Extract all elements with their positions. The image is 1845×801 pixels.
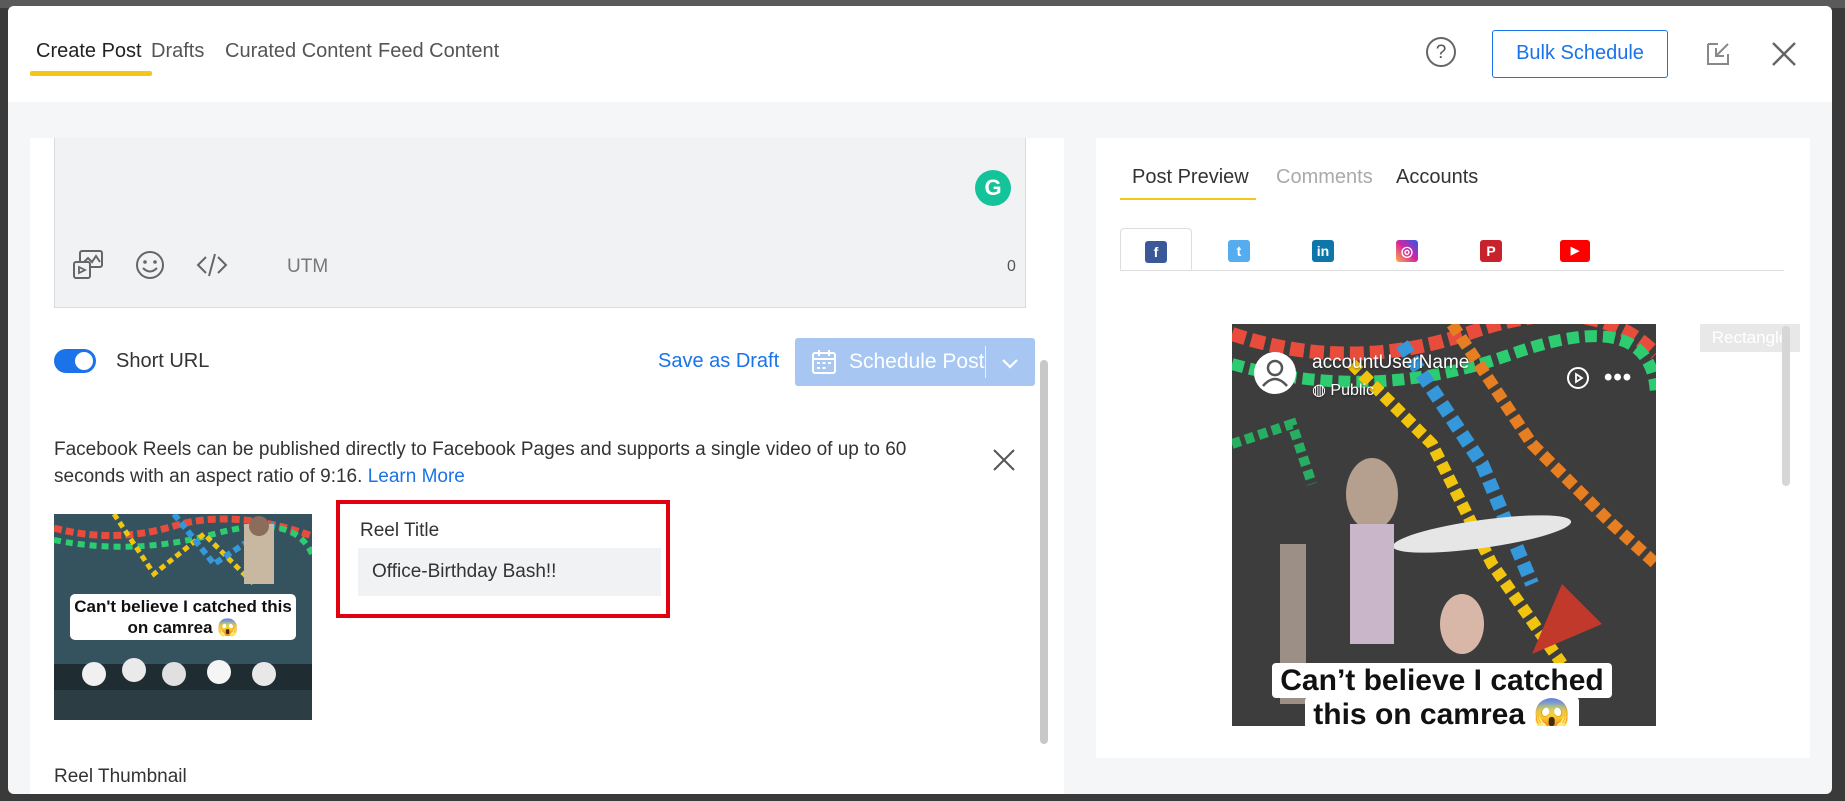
- create-post-modal: Create Post Drafts Curated Content Feed …: [8, 6, 1832, 794]
- play-icon[interactable]: [1566, 366, 1590, 390]
- reel-thumbnail-label: Reel Thumbnail: [54, 766, 187, 787]
- instagram-icon: ◎: [1396, 240, 1418, 262]
- tab-accounts[interactable]: Accounts: [1396, 166, 1478, 189]
- platform-tab-youtube[interactable]: ▶: [1540, 228, 1612, 270]
- toggle-knob: [75, 352, 93, 370]
- emoji-icon[interactable]: [133, 248, 167, 282]
- reel-title-input[interactable]: [358, 548, 661, 596]
- platform-tab-twitter[interactable]: t: [1204, 228, 1276, 270]
- reel-preview[interactable]: accountUserName ◍ Public ••• Can’t belie…: [1232, 324, 1656, 726]
- reel-title-highlight: Reel Title: [336, 500, 670, 618]
- close-notice-icon[interactable]: [990, 446, 1018, 474]
- twitter-icon: t: [1228, 240, 1250, 262]
- scrollbar[interactable]: [1782, 326, 1790, 486]
- minimize-icon[interactable]: [1704, 40, 1732, 68]
- visibility-text: Public: [1330, 382, 1374, 399]
- preview-caption: Can’t believe I catched this on camrea 😱: [1256, 663, 1628, 726]
- tab-feed-content[interactable]: Feed Content: [378, 40, 499, 63]
- utm-button[interactable]: UTM: [287, 256, 328, 278]
- post-editor[interactable]: G UTM 0: [54, 138, 1026, 308]
- platform-tab-instagram[interactable]: ◎: [1372, 228, 1444, 270]
- notice-text: Facebook Reels can be published directly…: [54, 439, 907, 487]
- facebook-reels-notice: Facebook Reels can be published directly…: [54, 436, 934, 490]
- scrollbar[interactable]: [1040, 360, 1048, 744]
- bulk-schedule-button[interactable]: Bulk Schedule: [1492, 30, 1668, 78]
- character-count: 0: [1007, 258, 1016, 275]
- platform-tab-pinterest[interactable]: P: [1456, 228, 1528, 270]
- schedule-post-button[interactable]: Schedule Post: [795, 338, 1035, 386]
- globe-icon: ◍: [1312, 382, 1331, 399]
- account-name: accountUserName: [1312, 352, 1470, 373]
- avatar: [1254, 352, 1296, 394]
- media-library-icon[interactable]: [71, 248, 105, 282]
- grammarly-icon[interactable]: G: [975, 170, 1011, 206]
- calendar-icon: [812, 350, 836, 374]
- tab-create-post[interactable]: Create Post: [36, 40, 142, 63]
- thumbnail-caption: Can't believe I catched this on camrea 😱: [70, 594, 296, 640]
- short-url-label: Short URL: [116, 350, 210, 372]
- platform-tab-linkedin[interactable]: in: [1288, 228, 1360, 270]
- more-options-icon[interactable]: •••: [1604, 364, 1632, 392]
- linkedin-icon: in: [1312, 240, 1334, 262]
- user-icon: [1262, 359, 1288, 387]
- tab-curated-content[interactable]: Curated Content: [225, 40, 372, 63]
- visibility-label: ◍ Public: [1312, 380, 1374, 400]
- active-preview-tab-indicator: [1120, 198, 1256, 200]
- preview-panel: Post Preview Comments Accounts f t in ◎ …: [1096, 138, 1810, 758]
- youtube-icon: ▶: [1560, 240, 1590, 262]
- tab-comments[interactable]: Comments: [1276, 166, 1373, 189]
- reel-video-thumbnail[interactable]: Can't believe I catched this on camrea 😱: [54, 514, 312, 720]
- short-url-toggle[interactable]: [54, 349, 96, 373]
- composer-panel: G UTM 0 Short URL Save as Draft Schedule…: [30, 138, 1064, 794]
- platform-tabs: f t in ◎ P ▶: [1120, 228, 1784, 271]
- chevron-down-icon[interactable]: [999, 352, 1021, 374]
- pinterest-icon: P: [1480, 240, 1502, 262]
- save-as-draft-button[interactable]: Save as Draft: [658, 350, 779, 373]
- code-icon[interactable]: [195, 248, 229, 282]
- top-nav: Create Post Drafts Curated Content Feed …: [8, 6, 1832, 102]
- reel-title-label: Reel Title: [360, 520, 440, 541]
- tab-drafts[interactable]: Drafts: [151, 40, 204, 63]
- schedule-post-label: Schedule Post: [849, 350, 985, 373]
- facebook-icon: f: [1145, 241, 1167, 263]
- tab-post-preview[interactable]: Post Preview: [1132, 166, 1249, 189]
- active-tab-indicator: [30, 71, 152, 76]
- schedule-divider: [985, 346, 986, 378]
- preview-caption-text: Can’t believe I catched this on camrea 😱: [1272, 663, 1612, 726]
- platform-tab-facebook[interactable]: f: [1120, 228, 1192, 270]
- learn-more-link[interactable]: Learn More: [368, 466, 465, 487]
- close-icon[interactable]: [1770, 40, 1798, 68]
- help-icon[interactable]: ?: [1426, 37, 1456, 67]
